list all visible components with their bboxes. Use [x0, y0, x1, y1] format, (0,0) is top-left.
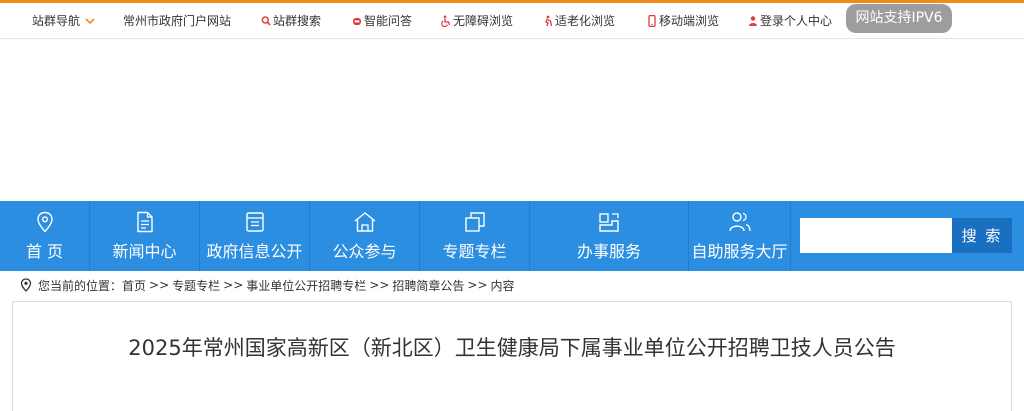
location-pin-icon: [20, 278, 32, 292]
people-icon: [728, 212, 751, 232]
accessible-link[interactable]: 无障碍浏览: [441, 3, 513, 39]
nav-label: 办事服务: [576, 242, 641, 261]
nav-label: 公众参与: [332, 242, 397, 261]
top-utility-bar: 站群导航 常州市政府门户网站 站群搜索 智能问答 无障碍浏览 适老化浏览 移动端…: [0, 3, 1024, 39]
nav-item-special-topics[interactable]: 专题专栏: [420, 201, 530, 271]
breadcrumb-separator: >>: [369, 278, 390, 292]
article-title: 2025年常州国家高新区（新北区）卫生健康局下属事业单位公开招聘卫技人员公告: [128, 336, 896, 360]
breadcrumb-link-special-topics[interactable]: 专题专栏: [172, 277, 220, 294]
mobile-link[interactable]: 移动端浏览: [647, 3, 719, 39]
elderly-link[interactable]: 适老化浏览: [543, 3, 615, 39]
nav-item-home[interactable]: 首 页: [0, 201, 90, 271]
house-icon: [354, 212, 375, 232]
location-pin-icon: [36, 211, 53, 233]
nav-item-news[interactable]: 新闻中心: [90, 201, 200, 271]
phone-icon: [648, 15, 656, 27]
ipv6-badge: 网站支持IPV6: [846, 4, 952, 33]
station-search-label: 站群搜索: [273, 14, 322, 28]
login-label: 登录个人中心: [760, 14, 833, 28]
breadcrumb-separator: >>: [149, 278, 170, 292]
elderly-label: 适老化浏览: [555, 14, 616, 28]
document-icon: [136, 211, 153, 233]
station-search-link[interactable]: 站群搜索: [261, 3, 321, 39]
breadcrumb-link-recruitment-column[interactable]: 事业单位公开招聘专栏: [246, 277, 366, 294]
search-input[interactable]: [800, 218, 952, 253]
portal-label: 常州市政府门户网站: [123, 14, 232, 28]
breadcrumb-separator: >>: [467, 278, 488, 292]
breadcrumb-current: 内容: [490, 278, 515, 293]
chevron-down-icon: [85, 18, 95, 25]
robot-icon: [353, 18, 361, 25]
breadcrumb-prefix: 您当前的位置：: [38, 278, 123, 293]
user-icon: [749, 16, 757, 26]
nav-search-area: 搜 索: [791, 201, 1024, 271]
nav-label: 新闻中心: [112, 242, 177, 261]
search-icon: [261, 16, 271, 26]
banner-area: [0, 39, 1024, 201]
nav-item-services[interactable]: 办事服务: [530, 201, 689, 271]
elderly-icon: [545, 15, 553, 27]
wheelchair-icon: [441, 15, 451, 27]
station-nav-link[interactable]: 站群导航: [32, 3, 95, 39]
login-link[interactable]: 登录个人中心: [748, 3, 832, 39]
nav-item-gov-info[interactable]: 政府信息公开: [200, 201, 310, 271]
nav-item-self-service-hall[interactable]: 自助服务大厅: [689, 201, 791, 271]
breadcrumb-separator: >>: [223, 278, 244, 292]
search-button[interactable]: 搜 索: [952, 218, 1012, 253]
accessible-label: 无障碍浏览: [453, 14, 514, 28]
nav-label: 首 页: [25, 242, 64, 261]
breadcrumb: 您当前的位置： 首页 >> 专题专栏 >> 事业单位公开招聘专栏 >> 招聘简章…: [20, 276, 515, 294]
smart-qa-link[interactable]: 智能问答: [352, 3, 412, 39]
smart-qa-label: 智能问答: [364, 14, 413, 28]
nav-label: 自助服务大厅: [691, 242, 788, 261]
portal-link[interactable]: 常州市政府门户网站: [123, 3, 231, 39]
main-nav: 首 页 新闻中心 政府信息公开 公众参与 专题专栏 办事服务 自助服务大厅 搜 …: [0, 201, 1024, 271]
breadcrumb-link-home[interactable]: 首页: [122, 277, 146, 294]
nav-item-public-participation[interactable]: 公众参与: [310, 201, 420, 271]
mobile-label: 移动端浏览: [659, 14, 720, 28]
breadcrumb-link-recruitment-notices[interactable]: 招聘简章公告: [392, 277, 464, 294]
service-icon: [599, 213, 619, 232]
nav-label: 政府信息公开: [206, 242, 303, 261]
article-container: 2025年常州国家高新区（新北区）卫生健康局下属事业单位公开招聘卫技人员公告: [12, 301, 1012, 411]
nav-label: 专题专栏: [442, 242, 507, 261]
station-nav-label: 站群导航: [32, 14, 81, 28]
stacked-squares-icon: [464, 212, 485, 232]
info-panel-icon: [245, 212, 264, 232]
